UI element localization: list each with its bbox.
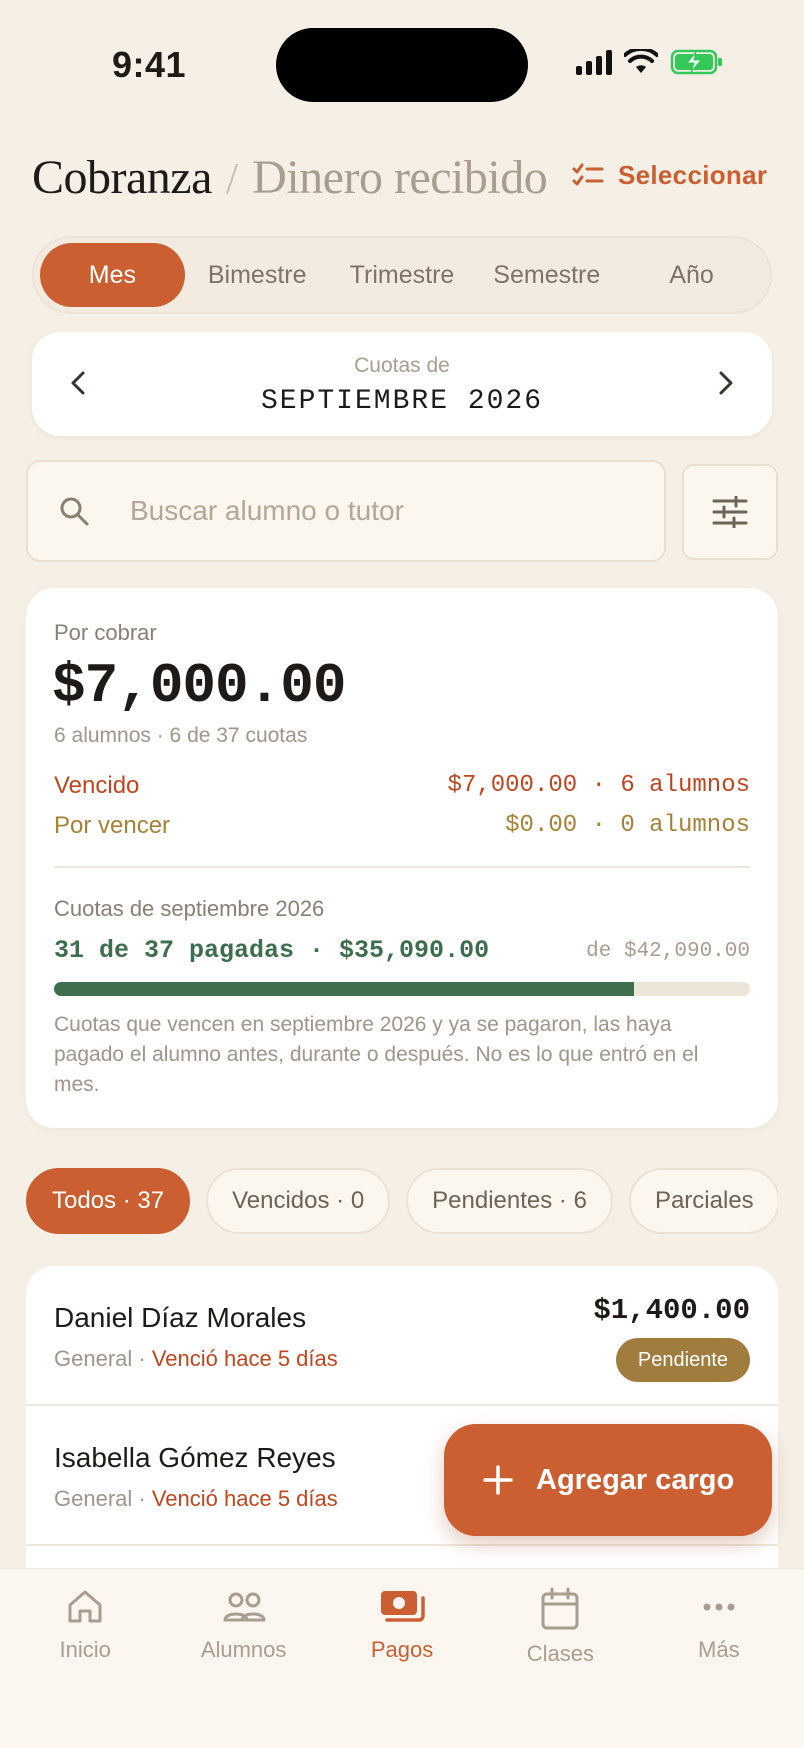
- status-icons: [576, 48, 724, 76]
- period-segmented-control: Mes Bimestre Trimestre Semestre Año: [32, 236, 772, 314]
- student-amount: $1,400.00: [593, 1294, 750, 1327]
- period-value: SEPTIEMBRE 2026: [260, 386, 544, 417]
- add-charge-button[interactable]: Agregar cargo: [444, 1424, 772, 1536]
- tab-label: Pagos: [370, 1637, 434, 1662]
- title-subtitle[interactable]: Dinero recibido: [252, 150, 548, 205]
- summary-note: Cuotas que vencen en septiembre 2026 y y…: [54, 1013, 699, 1096]
- tab-clases[interactable]: Clases: [481, 1587, 639, 1748]
- search-input[interactable]: [130, 495, 610, 527]
- chip-parciales[interactable]: Parciales: [628, 1168, 778, 1234]
- wifi-icon: [624, 49, 658, 73]
- segment-semestre[interactable]: Semestre: [474, 243, 619, 307]
- status-filter-chips: Todos · 37 Vencidos · 0 Pendientes · 6 P…: [26, 1168, 778, 1234]
- dynamic-island: [276, 28, 528, 102]
- period-label: Cuotas de: [354, 354, 450, 377]
- more-icon: [703, 1603, 735, 1611]
- add-charge-label: Agregar cargo: [536, 1463, 735, 1496]
- tab-label: Más: [698, 1637, 740, 1662]
- segment-mes[interactable]: Mes: [40, 243, 185, 307]
- cuotas-label: Cuotas de septiembre 2026: [54, 896, 325, 921]
- select-label: Seleccionar: [618, 160, 768, 190]
- home-icon: [68, 1590, 102, 1623]
- period-selector: Cuotas de SEPTIEMBRE 2026: [32, 332, 772, 436]
- calendar-icon: [541, 1587, 579, 1630]
- chip-pendientes[interactable]: Pendientes · 6: [406, 1168, 613, 1234]
- filter-button[interactable]: [682, 464, 778, 560]
- student-meta: General · Venció hace 5 días: [54, 1486, 338, 1512]
- status-time: 9:41: [112, 44, 187, 85]
- tab-label: Inicio: [59, 1637, 111, 1662]
- upcoming-value: $0.00 · 0 alumnos: [505, 812, 750, 839]
- chevron-right-icon[interactable]: [710, 368, 740, 398]
- segment-ano[interactable]: Año: [619, 243, 764, 307]
- progress-text: 31 de 37 pagadas · $35,090.00: [54, 936, 490, 965]
- tab-alumnos[interactable]: Alumnos: [164, 1587, 322, 1748]
- progress-bar: [54, 982, 750, 996]
- overdue-label: Vencido: [54, 772, 140, 799]
- student-name: Daniel Díaz Morales: [54, 1302, 307, 1333]
- student-name: Isabella Gómez Reyes: [54, 1442, 336, 1473]
- plus-icon: [483, 1465, 513, 1495]
- student-status: Venció hace 5 días: [151, 1486, 338, 1511]
- student-group: General ·: [54, 1346, 152, 1371]
- title-main: Cobranza: [32, 151, 212, 204]
- tab-mas[interactable]: Más: [640, 1587, 798, 1748]
- payments-icon: [381, 1591, 425, 1622]
- student-group: General ·: [54, 1486, 152, 1511]
- status-badge: Pendiente: [615, 1338, 750, 1382]
- student-meta: General · Venció hace 5 días: [54, 1346, 338, 1372]
- battery-charging-icon: [670, 49, 722, 75]
- student-status: Venció hace 5 días: [151, 1346, 338, 1371]
- tab-pagos[interactable]: Pagos: [323, 1587, 481, 1748]
- upcoming-row: Por vencer $0.00 · 0 alumnos: [54, 812, 750, 840]
- summary-amount: $7,000.00: [52, 654, 346, 718]
- chip-vencidos[interactable]: Vencidos · 0: [206, 1168, 391, 1234]
- progress-total: de $42,090.00: [586, 940, 750, 963]
- sliders-icon: [712, 496, 748, 528]
- overdue-row: Vencido $7,000.00 · 6 alumnos: [54, 772, 750, 800]
- segment-trimestre[interactable]: Trimestre: [330, 243, 475, 307]
- chip-todos[interactable]: Todos · 37: [26, 1168, 191, 1234]
- search-bar: [26, 460, 666, 562]
- tab-inicio[interactable]: Inicio: [6, 1587, 164, 1748]
- upcoming-label: Por vencer: [54, 812, 171, 839]
- users-icon: [223, 1592, 266, 1622]
- page-title: Cobranza / Dinero recibido: [32, 150, 548, 205]
- segment-bimestre[interactable]: Bimestre: [185, 243, 330, 307]
- tab-label: Clases: [526, 1641, 595, 1666]
- list-item[interactable]: Daniel Díaz Morales General · Venció hac…: [26, 1266, 778, 1406]
- checklist-icon: [572, 163, 604, 185]
- progress-bar-fill: [54, 982, 635, 996]
- bottom-tab-bar: Inicio Alumnos Pagos Clases Más: [0, 1568, 804, 1748]
- summary-card: Por cobrar $7,000.00 6 alumnos · 6 de 37…: [26, 588, 778, 1128]
- tab-label: Alumnos: [200, 1637, 287, 1662]
- summary-sub: 6 alumnos · 6 de 37 cuotas: [54, 724, 308, 747]
- select-button[interactable]: Seleccionar: [572, 160, 767, 191]
- summary-divider: [54, 866, 750, 868]
- title-separator: /: [225, 154, 239, 203]
- summary-label: Por cobrar: [54, 620, 157, 645]
- overdue-value: $7,000.00 · 6 alumnos: [447, 772, 750, 799]
- search-icon: [60, 497, 89, 526]
- signal-icon: [576, 49, 612, 75]
